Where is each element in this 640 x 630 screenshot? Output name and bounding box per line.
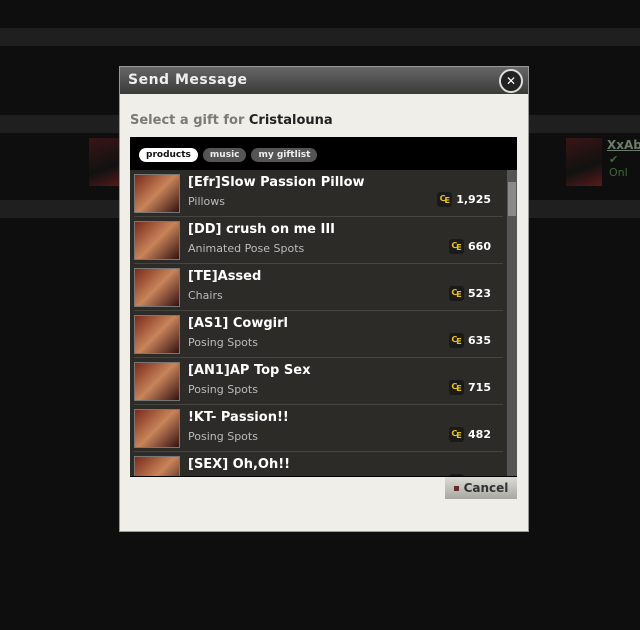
credits-coin-icon: ₠ [449, 427, 465, 442]
credits-coin-icon: ₠ [449, 380, 465, 395]
product-price: ₠ 715 [449, 380, 491, 395]
product-name: [AS1] Cowgirl [188, 316, 288, 331]
credits-coin-icon: ₠ [449, 474, 465, 476]
gift-item[interactable]: [TE]Assed Chairs ₠ 523 [134, 264, 503, 311]
price-value: 482 [468, 428, 491, 441]
price-value: 635 [468, 334, 491, 347]
price-value: 660 [468, 240, 491, 253]
product-name: [Efr]Slow Passion Pillow [188, 175, 365, 190]
background-band [0, 28, 640, 46]
gift-list: [Efr]Slow Passion Pillow Pillows ₠ 1,925 … [130, 170, 507, 476]
gift-tabs: products music my giftlist [139, 148, 318, 162]
status-text: Onl [609, 166, 628, 179]
product-name: [SEX] Oh,Oh!! [188, 457, 291, 472]
price-value: 1,925 [456, 193, 491, 206]
credits-coin-icon: ₠ [449, 333, 465, 348]
gift-panel: products music my giftlist [Efr]Slow Passi… [130, 137, 517, 477]
cancel-label: Cancel [463, 481, 509, 495]
scrollbar-thumb[interactable] [508, 182, 516, 216]
credits-coin-icon: ₠ [449, 286, 465, 301]
product-category: Pillows [188, 195, 226, 208]
product-name: !KT- Passion!! [188, 410, 289, 425]
product-thumbnail [134, 409, 180, 448]
tab-products[interactable]: products [139, 148, 198, 162]
product-price: ₠495 [449, 474, 491, 476]
product-category: Posing Spots [188, 430, 258, 443]
dialog-title: Send Message [128, 72, 248, 88]
tab-my-giftlist[interactable]: my giftlist [251, 148, 318, 162]
check-icon: ✔ [609, 153, 619, 166]
product-name: [TE]Assed [188, 269, 262, 284]
product-name: [DD] crush on me III [188, 222, 335, 237]
send-message-dialog: Send Message ✕ Select a gift for Cristal… [119, 66, 529, 532]
close-icon[interactable]: ✕ [499, 69, 523, 93]
product-category: Animated Pose Spots [188, 242, 305, 255]
product-category: Posing Spots [188, 336, 258, 349]
gift-item[interactable]: [AN1]AP Top Sex Posing Spots ₠ 715 [134, 358, 503, 405]
gift-item[interactable]: !KT- Passion!! Posing Spots ₠ 482 [134, 405, 503, 452]
product-price: ₠ 482 [449, 427, 491, 442]
price-value: 523 [468, 287, 491, 300]
product-category: Chairs [188, 289, 223, 302]
product-price: ₠ 523 [449, 286, 491, 301]
product-thumbnail [134, 362, 180, 401]
gift-item[interactable]: [AS1] Cowgirl Posing Spots ₠ 635 [134, 311, 503, 358]
product-category: Posing Spots [188, 383, 258, 396]
gift-item[interactable]: [DD] crush on me III Animated Pose Spots… [134, 217, 503, 264]
dialog-titlebar: Send Message ✕ [120, 67, 528, 94]
background-avatar[interactable] [566, 138, 602, 186]
recipient-name: Cristalouna [248, 113, 333, 128]
price-value: 495 [468, 475, 491, 476]
product-name: [AN1]AP Top Sex [188, 363, 311, 378]
product-price: ₠ 1,925 [437, 192, 491, 207]
credits-coin-icon: ₠ [437, 192, 453, 207]
tab-music[interactable]: music [202, 148, 247, 162]
gift-item[interactable]: [Efr]Slow Passion Pillow Pillows ₠ 1,925 [134, 170, 503, 217]
product-price: ₠ 635 [449, 333, 491, 348]
gift-subtitle: Select a gift for Cristalouna [130, 113, 333, 128]
scrollbar[interactable] [507, 170, 517, 476]
product-thumbnail [134, 268, 180, 307]
background-user-link[interactable]: XxAbs [607, 138, 640, 152]
product-thumbnail [134, 315, 180, 354]
product-price: ₠ 660 [449, 239, 491, 254]
credits-coin-icon: ₠ [449, 239, 465, 254]
product-thumbnail [134, 221, 180, 260]
product-thumbnail [134, 174, 180, 213]
stop-icon [453, 485, 459, 491]
gift-item[interactable]: [SEX] Oh,Oh!! Posing Spots ₠495 [134, 452, 503, 476]
product-thumbnail [134, 456, 180, 476]
cancel-button[interactable]: Cancel [445, 477, 517, 499]
background-user-status: ✔ Onl [609, 153, 640, 179]
subtitle-prefix: Select a gift for [130, 113, 245, 128]
price-value: 715 [468, 381, 491, 394]
